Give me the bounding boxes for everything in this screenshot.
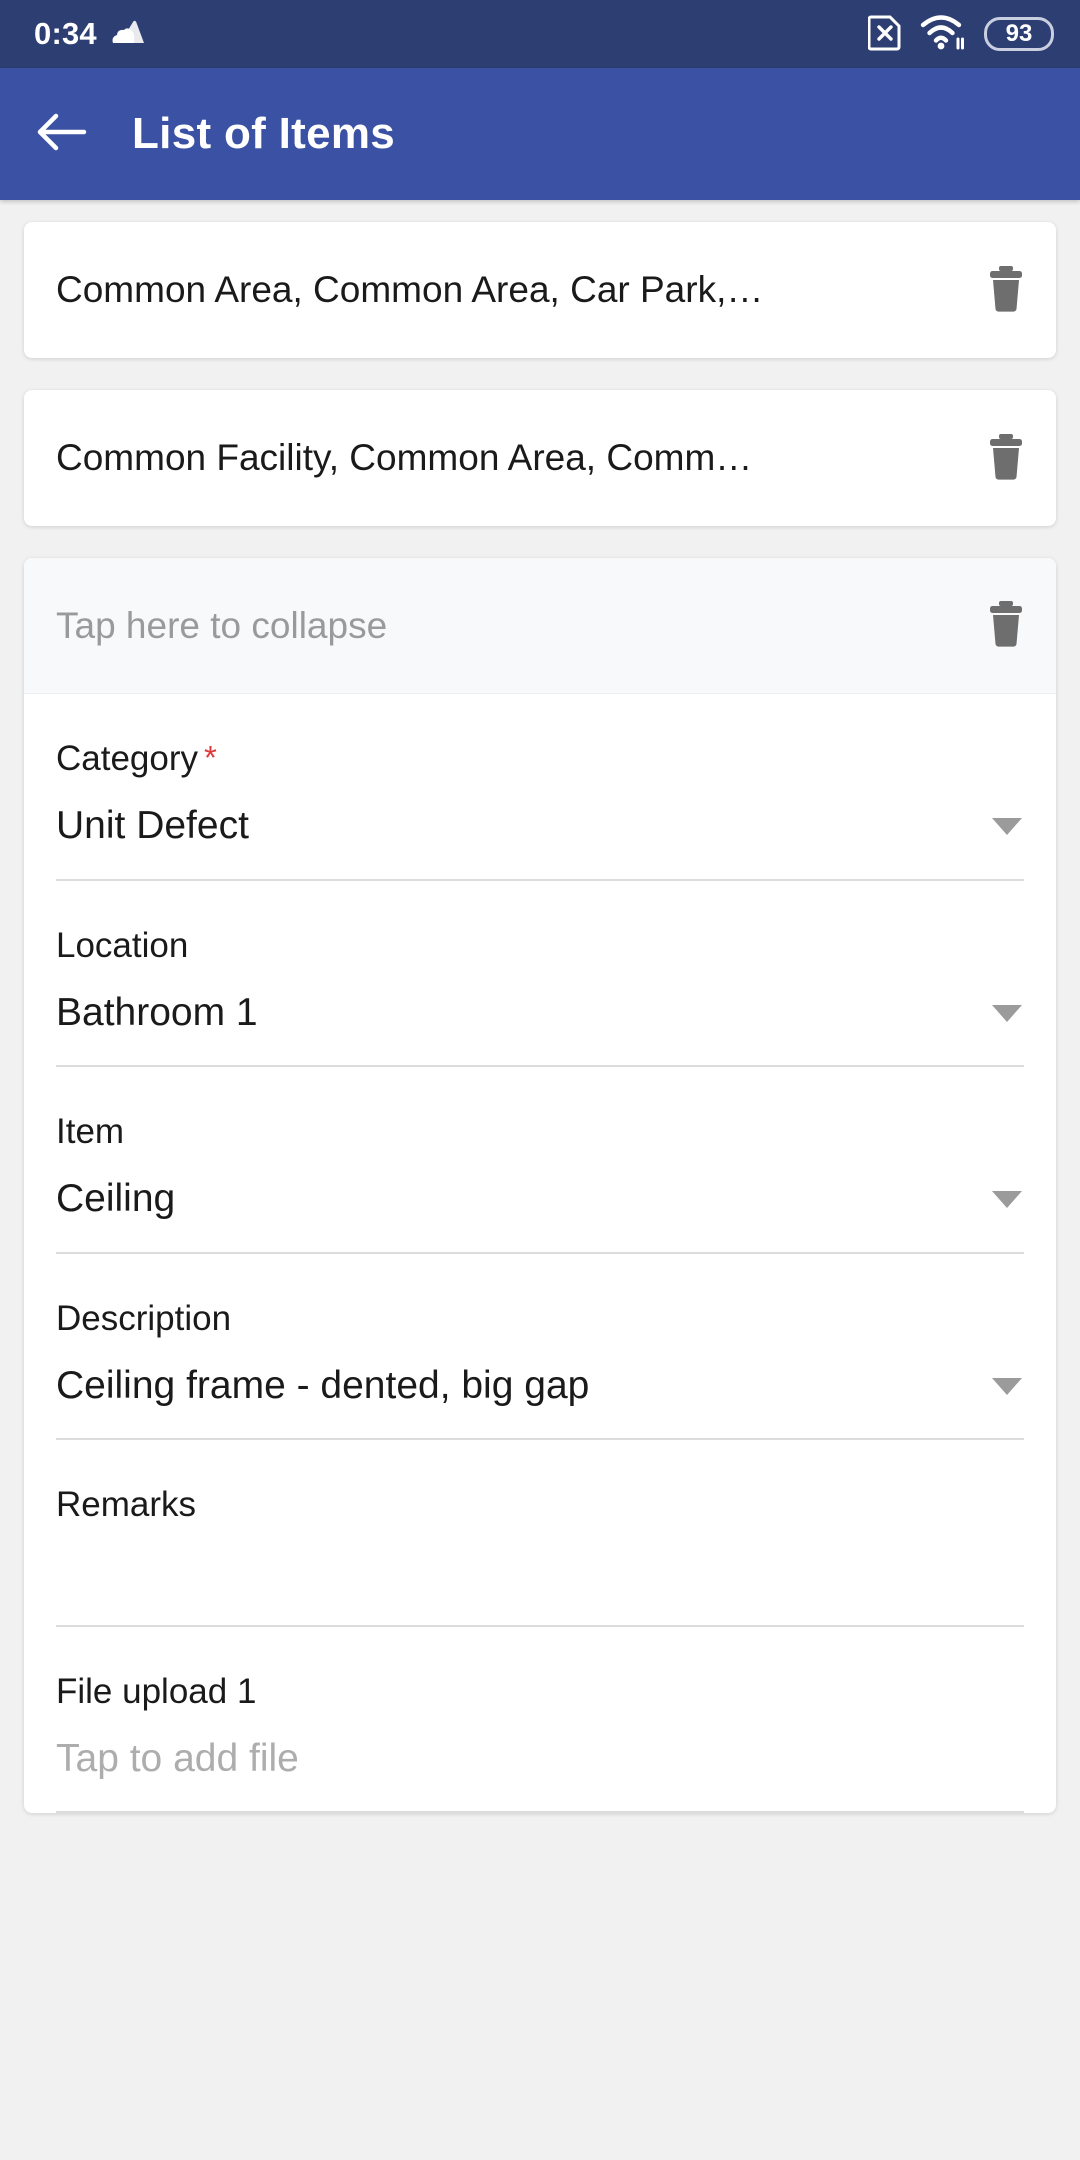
- chevron-down-icon[interactable]: [992, 1191, 1022, 1208]
- list-item-title: Common Area, Common Area, Car Park,…: [56, 269, 764, 310]
- field-input-row[interactable]: [56, 1533, 1024, 1627]
- field-label: File upload 1: [56, 1671, 1024, 1712]
- page-title: List of Items: [132, 109, 396, 158]
- app-screen: 0:34 93 List of Items Common Area, Commo…: [0, 0, 1080, 2160]
- field-placeholder: Tap to add file: [56, 1736, 299, 1780]
- field-category: Category * Unit Defect: [56, 694, 1024, 881]
- app-bar: List of Items: [0, 68, 1080, 200]
- collapse-hint-label: Tap here to collapse: [56, 604, 388, 646]
- status-bar: 0:34 93: [0, 0, 1080, 68]
- field-label-text: Remarks: [56, 1485, 197, 1524]
- field-label-text: Item: [56, 1112, 125, 1151]
- field-label-text: File upload 1: [56, 1671, 257, 1711]
- field-value: Bathroom 1: [56, 990, 258, 1034]
- cloud-icon: [111, 19, 145, 50]
- chevron-down-icon[interactable]: [992, 1004, 1022, 1022]
- field-input-row[interactable]: Ceiling: [56, 1160, 1024, 1254]
- field-label: Category *: [56, 739, 1024, 779]
- field-label-text: Category: [56, 739, 199, 778]
- status-bar-left: 0:34: [34, 16, 145, 52]
- list-item-row[interactable]: Common Facility, Common Area, Comm…: [24, 390, 1056, 526]
- chevron-down-icon[interactable]: [992, 1377, 1022, 1395]
- items-list: Common Area, Common Area, Car Park,… Com…: [0, 200, 1080, 1813]
- field-file-upload-1: File upload 1 Tap to add file: [56, 1627, 1024, 1813]
- field-location: Location Bathroom 1: [56, 881, 1024, 1067]
- required-marker: *: [204, 739, 217, 776]
- expanded-item-card: Tap here to collapse Category * Unit Def…: [24, 558, 1056, 1813]
- list-item[interactable]: Common Area, Common Area, Car Park,…: [24, 222, 1056, 358]
- trash-icon[interactable]: [986, 599, 1026, 652]
- field-description: Description Ceiling frame - dented, big …: [56, 1254, 1024, 1440]
- field-value: Ceiling frame - dented, big gap: [56, 1363, 590, 1407]
- list-item[interactable]: Common Facility, Common Area, Comm…: [24, 390, 1056, 526]
- trash-icon[interactable]: [986, 432, 1026, 485]
- field-label: Remarks: [56, 1485, 1024, 1525]
- wifi-icon: [920, 13, 966, 56]
- list-item-title: Common Facility, Common Area, Comm…: [56, 437, 753, 478]
- field-remarks: Remarks: [56, 1440, 1024, 1627]
- list-item-row[interactable]: Common Area, Common Area, Car Park,…: [24, 222, 1056, 358]
- field-label: Location: [56, 925, 1024, 966]
- status-bar-right: 93: [867, 13, 1054, 56]
- status-clock: 0:34: [34, 16, 97, 51]
- back-arrow-icon[interactable]: [34, 110, 88, 159]
- field-input-row[interactable]: Ceiling frame - dented, big gap: [56, 1346, 1024, 1440]
- battery-level-text: 93: [1005, 20, 1033, 47]
- field-input-row[interactable]: Unit Defect: [56, 787, 1024, 881]
- field-label-text: Location: [56, 925, 189, 965]
- field-input-row[interactable]: Bathroom 1: [56, 973, 1024, 1067]
- sim-card-x-icon: [867, 13, 902, 56]
- field-input-row[interactable]: Tap to add file: [56, 1719, 1024, 1813]
- expanded-item-form: Category * Unit Defect Location Bathroom …: [24, 694, 1056, 1813]
- field-value: Ceiling: [56, 1177, 176, 1221]
- field-label: Description: [56, 1298, 1024, 1339]
- field-label: Item: [56, 1112, 1024, 1152]
- field-value: Unit Defect: [56, 804, 249, 848]
- trash-icon[interactable]: [986, 264, 1026, 317]
- field-item: Item Ceiling: [56, 1067, 1024, 1254]
- chevron-down-icon[interactable]: [992, 818, 1022, 835]
- collapse-toggle[interactable]: Tap here to collapse: [24, 558, 1056, 694]
- battery-indicator: 93: [984, 17, 1054, 51]
- field-label-text: Description: [56, 1298, 232, 1338]
